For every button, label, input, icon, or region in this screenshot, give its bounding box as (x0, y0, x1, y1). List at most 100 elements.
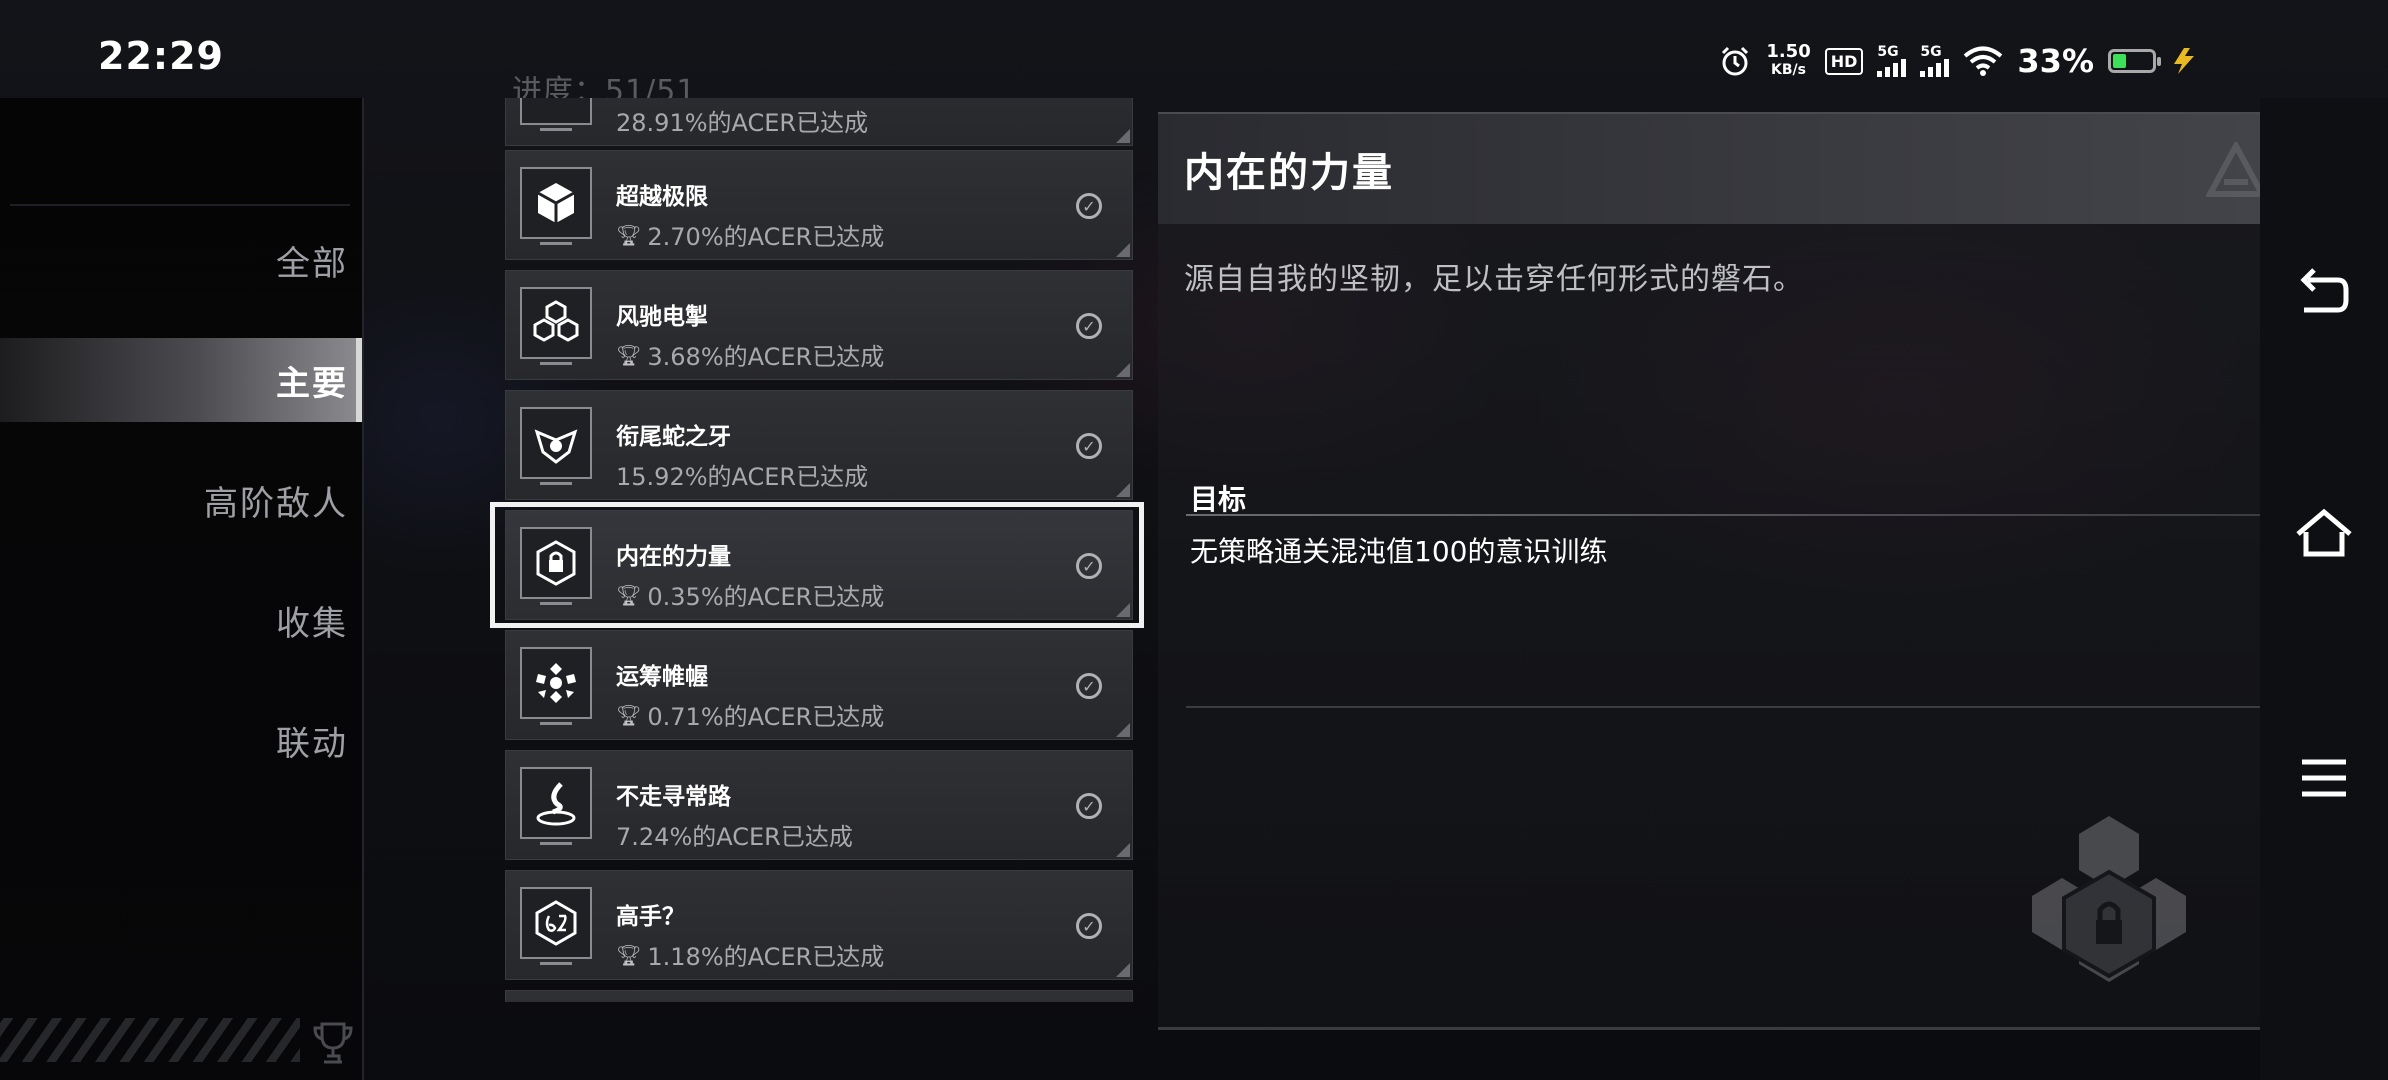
app-root: 22:29 1.50 KB/s HD 5G 5G 33% 全部 主要 高阶敌人 … (0, 0, 2388, 1080)
detail-description: 源自自我的坚韧，足以击穿任何形式的磐石。 (1184, 262, 1804, 297)
sidebar-item-all[interactable]: 全部 (0, 218, 348, 302)
trophy-icon: 🏆︎ (616, 582, 642, 607)
sidebar-item-elite-enemies[interactable]: 高阶敌人 (0, 458, 348, 542)
battery-fill (2113, 54, 2126, 68)
achievement-rate-text: 1.18%的ACER已达成 (647, 943, 885, 971)
logo-watermark-icon (2206, 142, 2266, 197)
achievement-card[interactable]: 超越极限 🏆︎ 2.70%的ACER已达成 ✓ (505, 150, 1133, 260)
achievement-card[interactable] (505, 990, 1133, 1002)
back-icon[interactable] (2294, 264, 2354, 324)
check-circle-icon: ✓ (1076, 673, 1102, 699)
achievement-title: 内在的力量 (616, 544, 731, 570)
check-circle-icon: ✓ (1076, 313, 1102, 339)
goal-divider-bottom (1186, 706, 2286, 708)
menu-icon[interactable] (2294, 748, 2354, 808)
vortex-icon (520, 767, 592, 845)
net-speed-unit: KB/s (1771, 62, 1806, 78)
achievement-rate: 7.24%的ACER已达成 (616, 817, 853, 852)
partial-icon (520, 98, 592, 131)
sidebar-item-main[interactable]: 主要 (0, 338, 362, 422)
net-speed: 1.50 KB/s (1766, 43, 1810, 79)
sixty-two-icon (520, 887, 592, 965)
category-sidebar: 全部 主要 高阶敌人 收集 联动 (0, 98, 364, 1080)
check-circle-icon: ✓ (1076, 913, 1102, 939)
achievement-card[interactable]: 风驰电掣 🏆︎ 3.68%的ACER已达成 ✓ (505, 270, 1133, 380)
achievement-title: 高手？ (616, 904, 685, 930)
sidebar-item-collab[interactable]: 联动 (0, 698, 348, 782)
sim1-label: 5G (1877, 44, 1899, 60)
trophy-icon: 🏆︎ (616, 702, 642, 727)
check-circle-icon: ✓ (1076, 193, 1102, 219)
sidebar-stripes (0, 1018, 300, 1062)
battery-percent: 33% (2017, 42, 2094, 80)
sidebar-item-label: 收集 (276, 603, 348, 644)
cube-icon (520, 167, 592, 245)
achievement-card[interactable]: 高手？ 🏆︎ 1.18%的ACER已达成 ✓ (505, 870, 1133, 980)
serpent-icon (520, 407, 592, 485)
goal-label: 目标 (1190, 483, 1247, 516)
achievement-rate: 15.92%的ACER已达成 (616, 457, 868, 492)
achievement-title: 运筹帷幄 (616, 664, 708, 690)
achievement-rate: 🏆︎ 0.71%的ACER已达成 (616, 697, 884, 732)
achievement-card-selected[interactable]: 内在的力量 🏆︎ 0.35%的ACER已达成 ✓ (505, 510, 1133, 620)
status-time: 22:29 (98, 34, 224, 78)
sim2-label: 5G (1920, 44, 1942, 60)
achievement-card[interactable]: 28.91%的ACER已达成 (505, 98, 1133, 146)
alarm-icon (1722, 46, 1749, 76)
sidebar-item-label: 高阶敌人 (204, 483, 348, 524)
trophy-icon: 🏆︎ (616, 942, 642, 967)
home-icon[interactable] (2294, 504, 2354, 564)
sidebar-item-collection[interactable]: 收集 (0, 578, 348, 662)
sim1-signal: 5G (1877, 44, 1907, 77)
achievement-rate: 28.91%的ACER已达成 (616, 103, 868, 138)
check-circle-icon: ✓ (1076, 793, 1102, 819)
battery-icon (2108, 49, 2161, 73)
achievement-rate: 🏆︎ 3.68%的ACER已达成 (616, 337, 884, 372)
sidebar-item-label: 联动 (276, 723, 348, 764)
status-bar-right: 1.50 KB/s HD 5G 5G 33% (1718, 36, 2198, 86)
achievement-rate-text: 28.91%的ACER已达成 (616, 109, 869, 137)
sidebar-item-label: 主要 (276, 363, 348, 404)
achievement-rate-text: 0.35%的ACER已达成 (647, 583, 885, 611)
check-circle-icon: ✓ (1076, 553, 1102, 579)
achievement-detail-panel: 内在的力量 源自自我的坚韧，足以击穿任何形式的磐石。 目标 无策略通关混沌值10… (1158, 112, 2306, 1030)
achievement-rate: 🏆︎ 0.35%的ACER已达成 (616, 577, 884, 612)
sidebar-item-label: 全部 (276, 243, 348, 284)
detail-title: 内在的力量 (1184, 150, 1394, 196)
hex-flower-icon (520, 647, 592, 725)
trophy-icon (313, 1022, 353, 1064)
hex-lock-icon (520, 527, 592, 605)
achievement-title: 超越极限 (616, 184, 708, 210)
achievement-rate: 🏆︎ 2.70%的ACER已达成 (616, 217, 884, 252)
signal-bars-icon (1920, 59, 1950, 77)
achievement-rate-text: 3.68%的ACER已达成 (647, 343, 885, 371)
hex-lock-emblem-icon (2032, 816, 2186, 982)
detail-bottom-line (1158, 1027, 2306, 1030)
charging-icon (2174, 48, 2194, 74)
achievement-rate-text: 15.92%的ACER已达成 (616, 463, 869, 491)
signal-bars-icon (1877, 59, 1907, 77)
achievement-card[interactable]: 运筹帷幄 🏆︎ 0.71%的ACER已达成 ✓ (505, 630, 1133, 740)
achievement-rate-text: 7.24%的ACER已达成 (616, 823, 853, 851)
wifi-icon (1964, 46, 2003, 76)
detail-header: 内在的力量 (1158, 112, 2306, 224)
achievement-card[interactable]: 不走寻常路 7.24%的ACER已达成 ✓ (505, 750, 1133, 860)
hd-badge: HD (1824, 47, 1864, 75)
goal-text: 无策略通关混沌值100的意识训练 (1190, 535, 1608, 568)
system-nav-bar (2260, 98, 2388, 1080)
sim2-signal: 5G (1920, 44, 1950, 77)
goal-divider (1186, 514, 2276, 516)
achievement-card[interactable]: 衔尾蛇之牙 15.92%的ACER已达成 ✓ (505, 390, 1133, 500)
achievement-rate-text: 2.70%的ACER已达成 (647, 223, 885, 251)
check-circle-icon: ✓ (1076, 433, 1102, 459)
sidebar-divider (10, 204, 350, 206)
net-speed-value: 1.50 (1766, 41, 1811, 62)
achievement-title: 不走寻常路 (616, 784, 731, 810)
achievement-rate-text: 0.71%的ACER已达成 (647, 703, 885, 731)
achievement-list[interactable]: 28.91%的ACER已达成 超越极限 🏆︎ 2.70%的ACER已达成 ✓ 风… (505, 98, 1135, 1002)
achievement-title: 风驰电掣 (616, 304, 708, 330)
trophy-icon: 🏆︎ (616, 222, 642, 247)
achievement-title: 衔尾蛇之牙 (616, 424, 731, 450)
trophy-icon: 🏆︎ (616, 342, 642, 367)
achievement-rate: 🏆︎ 1.18%的ACER已达成 (616, 937, 884, 972)
